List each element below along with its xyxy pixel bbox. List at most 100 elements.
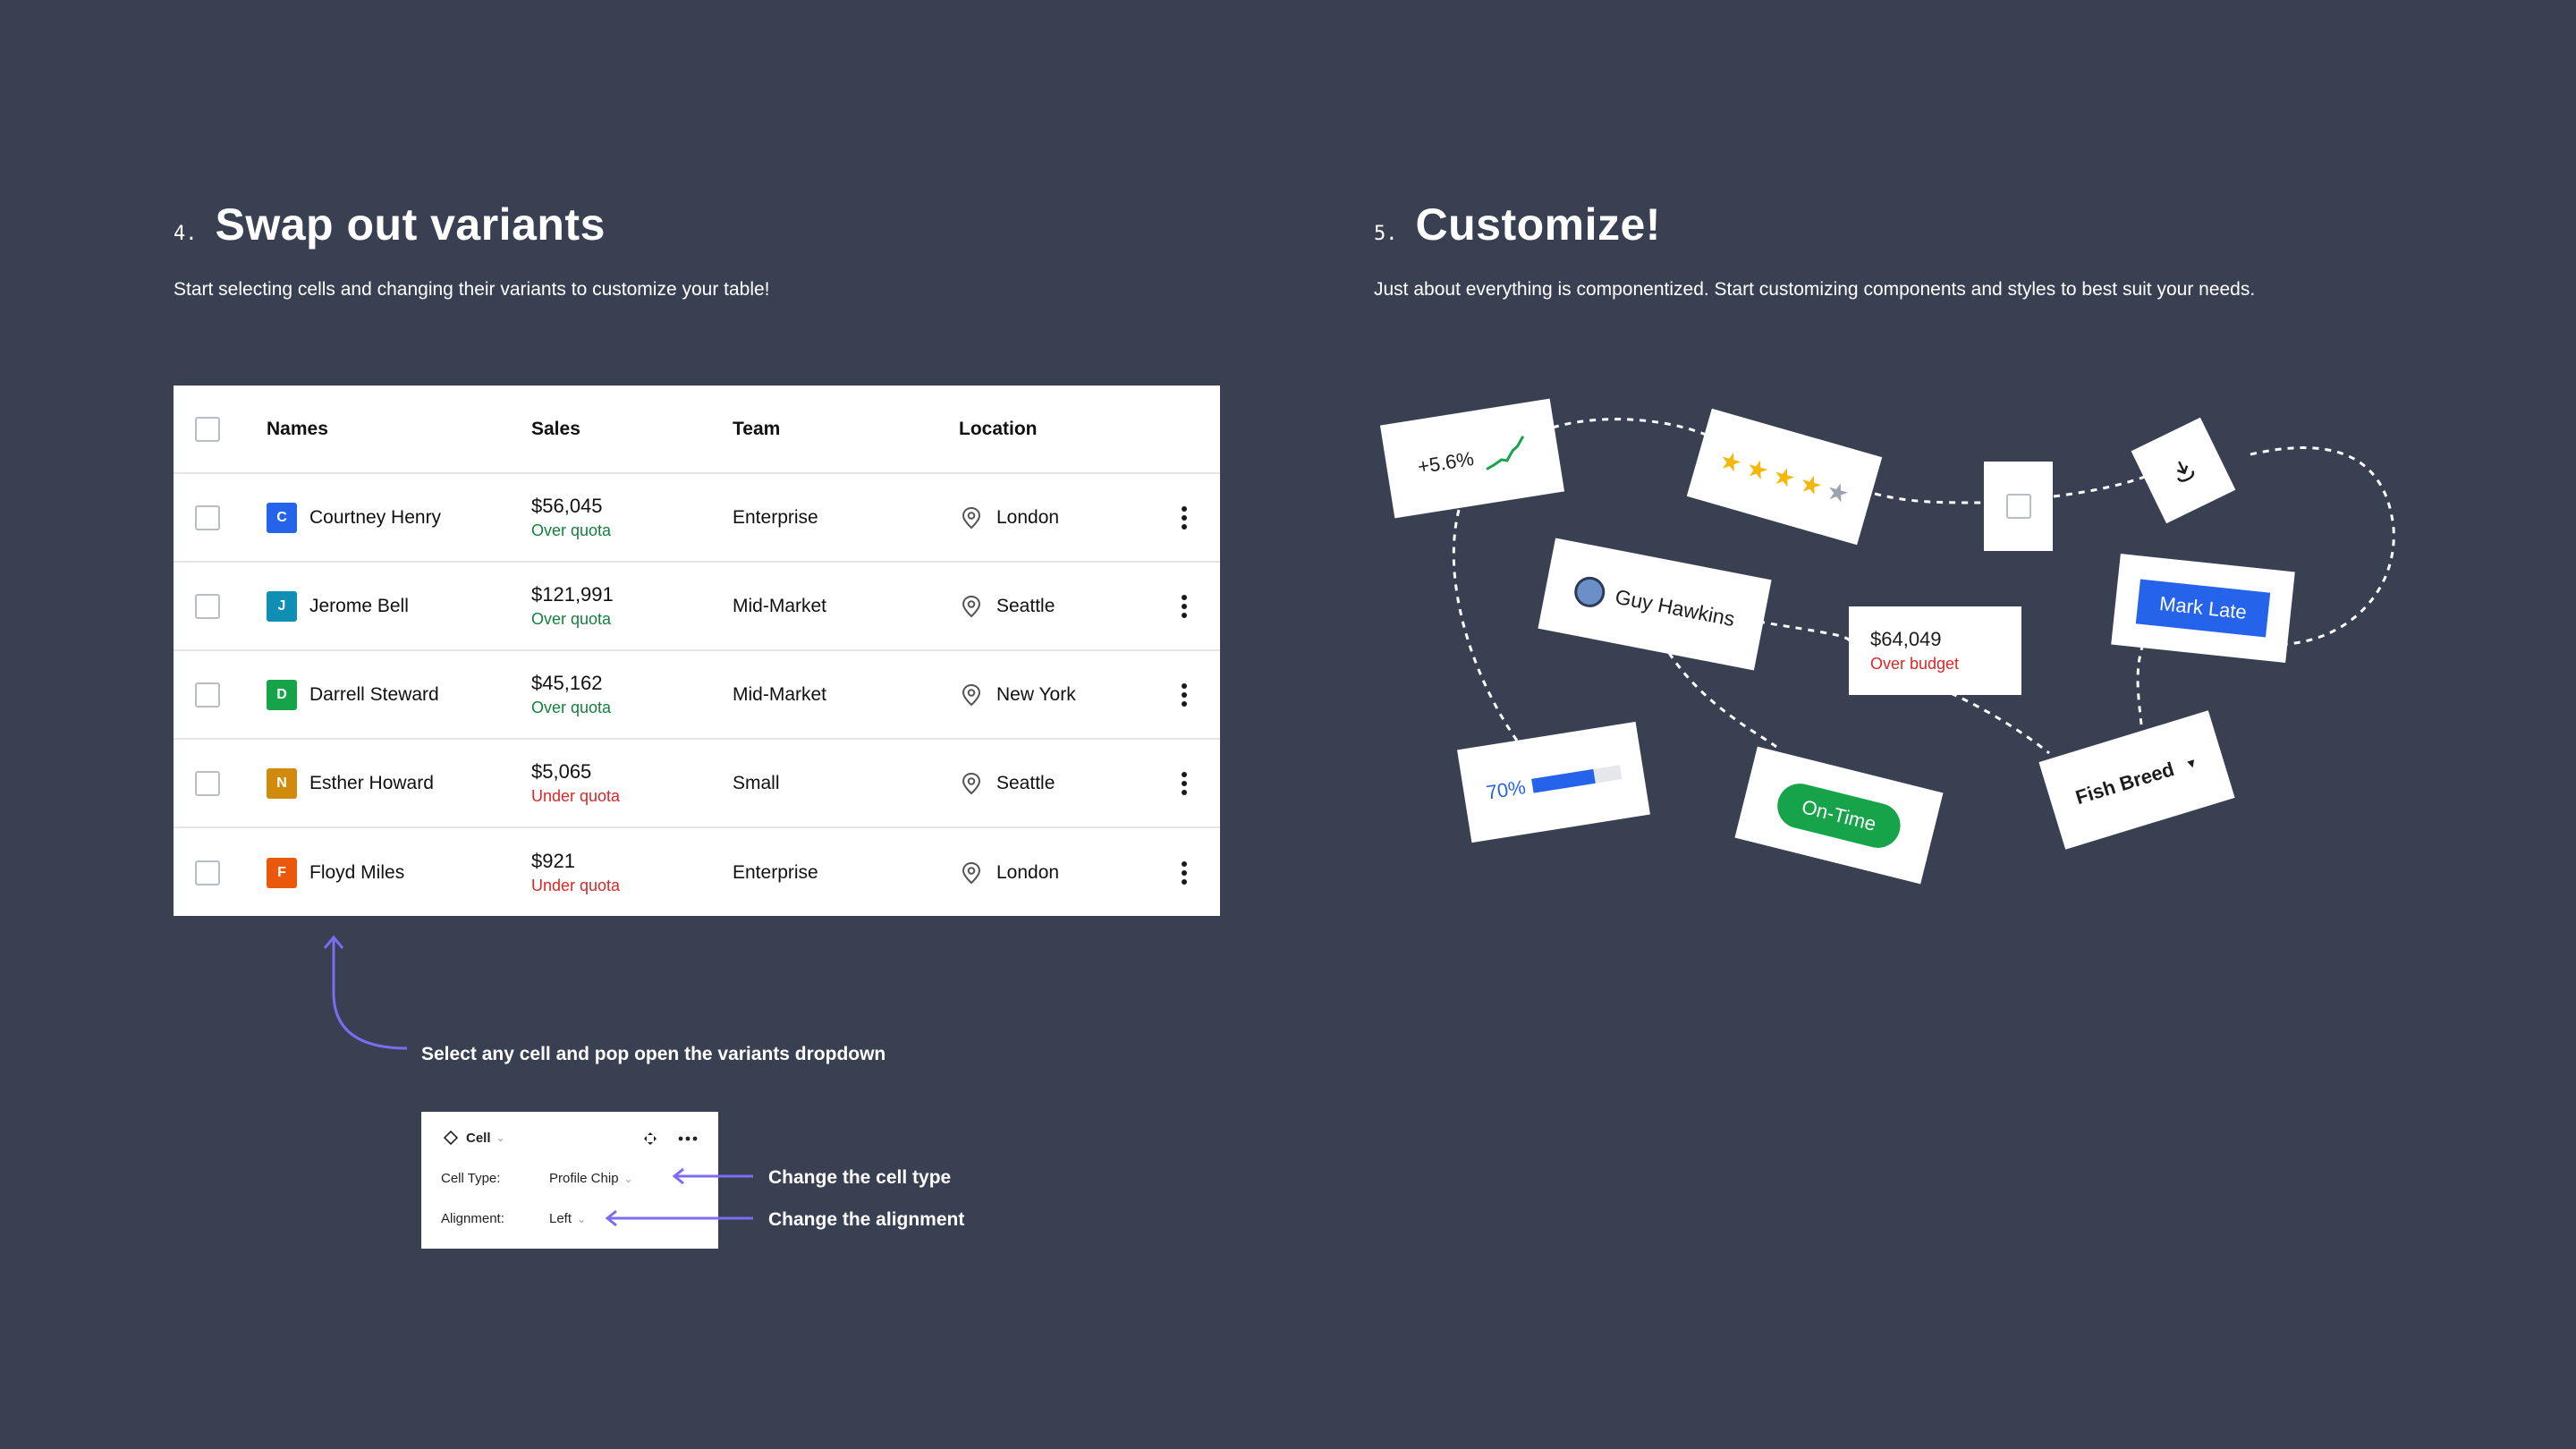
chevron-down-icon: ⌄ xyxy=(623,1172,633,1185)
cell-type-select[interactable]: Profile Chip ⌄ xyxy=(549,1171,633,1186)
star-icon[interactable]: ★ xyxy=(1823,475,1852,510)
section-title: Customize! xyxy=(1415,199,1661,250)
section-4-heading: 4. Swap out variants xyxy=(174,199,606,250)
cell-type-value: Profile Chip xyxy=(549,1171,619,1186)
team-cell[interactable]: Enterprise xyxy=(733,828,818,917)
trend-value: +5.6% xyxy=(1416,446,1476,478)
star-icon[interactable]: ★ xyxy=(1769,460,1800,495)
change-cell-type-note: Change the cell type xyxy=(768,1167,952,1188)
chevron-down-icon: ⌄ xyxy=(577,1212,587,1225)
column-header-names[interactable]: Names xyxy=(267,386,328,472)
progress-bar xyxy=(1531,764,1623,793)
profile-name: Guy Hawkins xyxy=(1613,584,1737,631)
name-cell[interactable]: C Courtney Henry xyxy=(267,474,441,561)
location-cell[interactable]: Seattle xyxy=(959,563,1055,649)
select-all-checkbox[interactable] xyxy=(195,386,220,472)
annotation-arrow-up xyxy=(323,935,408,1050)
alignment-select[interactable]: Left ⌄ xyxy=(549,1211,586,1226)
panel-title: Cell xyxy=(466,1130,491,1146)
progress-label: 70% xyxy=(1484,775,1528,804)
row-more-options-icon[interactable] xyxy=(1174,651,1195,738)
select-cell-note: Select any cell and pop open the variant… xyxy=(421,1044,886,1064)
table-header-row: Names Sales Team Location xyxy=(174,386,1220,474)
checkbox[interactable] xyxy=(2005,494,2031,519)
row-more-options-icon[interactable] xyxy=(1174,740,1195,826)
annotation-arrow-left xyxy=(672,1167,753,1185)
star-icon[interactable]: ★ xyxy=(1716,445,1746,479)
alignment-value: Left xyxy=(549,1211,572,1226)
cell-type-label: Cell Type: xyxy=(441,1171,501,1186)
budget-value: $64,049 xyxy=(1870,628,1942,650)
row-checkbox[interactable] xyxy=(195,651,220,738)
star-rating[interactable]: ★ ★ ★ ★ ★ xyxy=(1714,444,1856,511)
column-header-location[interactable]: Location xyxy=(959,386,1038,472)
team-cell[interactable]: Small xyxy=(733,740,780,826)
checkbox-card xyxy=(1984,462,2053,551)
location-text: Seattle xyxy=(996,772,1055,793)
star-icon[interactable]: ★ xyxy=(1742,452,1773,487)
table-row[interactable]: F Floyd Miles $921 Under quota Enterprise Lon… xyxy=(174,828,1220,917)
team-cell[interactable]: Enterprise xyxy=(733,474,818,561)
table-row[interactable]: J Jerome Bell $121,991 Over quota Mid-Market… xyxy=(174,563,1220,651)
table-row[interactable]: C Courtney Henry $56,045 Over quota Enterpri… xyxy=(174,474,1220,563)
fish-breed-dropdown[interactable]: Fish Breed ▼ xyxy=(2073,750,2201,809)
column-header-team[interactable]: Team xyxy=(733,386,780,472)
quota-status: Over quota xyxy=(531,699,612,716)
alignment-label: Alignment: xyxy=(441,1211,504,1226)
component-move-icon[interactable] xyxy=(641,1130,659,1148)
location-cell[interactable]: Seattle xyxy=(959,740,1055,826)
row-more-options-icon[interactable] xyxy=(1174,563,1195,649)
row-checkbox[interactable] xyxy=(195,474,220,561)
row-more-options-icon[interactable] xyxy=(1174,474,1195,561)
location-cell[interactable]: London xyxy=(959,828,1059,917)
caret-down-icon: ▼ xyxy=(2183,754,2200,773)
row-checkbox[interactable] xyxy=(195,563,220,649)
name-cell[interactable]: F Floyd Miles xyxy=(267,828,404,917)
sales-value: $5,065 xyxy=(531,760,592,783)
column-header-sales[interactable]: Sales xyxy=(531,386,580,472)
table-row[interactable]: N Esther Howard $5,065 Under quota Small Seat… xyxy=(174,740,1220,828)
name-text: Floyd Miles xyxy=(309,861,405,883)
row-checkbox[interactable] xyxy=(195,740,220,826)
location-text: London xyxy=(996,861,1060,883)
location-cell[interactable]: New York xyxy=(959,651,1076,738)
progress-fill xyxy=(1531,768,1596,793)
sales-value: $45,162 xyxy=(531,672,603,694)
avatar: J xyxy=(267,590,297,622)
team-cell[interactable]: Mid-Market xyxy=(733,651,826,738)
component-diamond-icon xyxy=(443,1130,459,1146)
row-checkbox[interactable] xyxy=(195,828,220,917)
name-text: Jerome Bell xyxy=(309,595,409,616)
change-alignment-note: Change the alignment xyxy=(768,1209,965,1230)
avatar: F xyxy=(267,857,297,888)
row-more-options-icon[interactable] xyxy=(1174,828,1195,917)
sales-cell[interactable]: $56,045 Over quota xyxy=(531,474,611,561)
budget-status: Over budget xyxy=(1870,655,1960,673)
quota-status: Over quota xyxy=(531,521,612,539)
name-cell[interactable]: D Darrell Steward xyxy=(267,651,439,738)
location-cell[interactable]: London xyxy=(959,474,1059,561)
sales-cell[interactable]: $921 Under quota xyxy=(531,828,620,917)
data-table: Names Sales Team Location C Courtney Henr… xyxy=(174,386,1220,916)
sales-cell[interactable]: $5,065 Under quota xyxy=(531,740,620,826)
sales-cell[interactable]: $45,162 Over quota xyxy=(531,651,611,738)
panel-header[interactable]: Cell ⌄ xyxy=(443,1130,505,1146)
download-icon[interactable] xyxy=(2165,453,2201,488)
mark-late-button[interactable]: Mark Late xyxy=(2135,579,2271,638)
name-cell[interactable]: N Esther Howard xyxy=(267,740,434,826)
quota-status: Under quota xyxy=(531,787,621,805)
dropdown-value: Fish Breed xyxy=(2072,758,2177,809)
name-cell[interactable]: J Jerome Bell xyxy=(267,563,409,649)
team-cell[interactable]: Mid-Market xyxy=(733,563,826,649)
more-options-icon[interactable] xyxy=(677,1130,699,1148)
section-number: 4. xyxy=(174,223,198,245)
avatar xyxy=(1572,573,1608,610)
annotation-arrow-left xyxy=(605,1209,753,1227)
star-icon[interactable]: ★ xyxy=(1796,467,1826,502)
location-pin-icon xyxy=(962,861,981,884)
table-row[interactable]: D Darrell Steward $45,162 Over quota Mid-Mar… xyxy=(174,651,1220,740)
avatar: N xyxy=(267,767,297,799)
sales-value: $921 xyxy=(531,850,575,872)
sales-cell[interactable]: $121,991 Over quota xyxy=(531,563,614,649)
section-subtitle: Start selecting cells and changing their… xyxy=(174,279,770,300)
